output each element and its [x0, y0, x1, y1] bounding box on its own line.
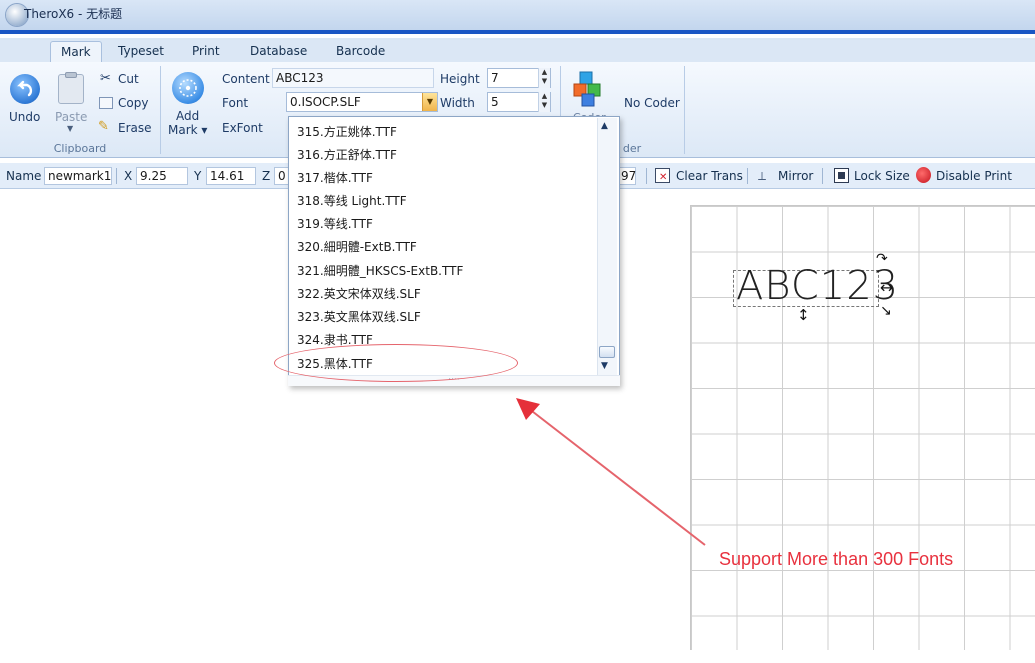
- paste-button[interactable]: Paste: [55, 110, 87, 124]
- chevron-down-icon[interactable]: ▼: [422, 93, 437, 111]
- content-label: Content: [222, 72, 270, 86]
- list-item[interactable]: 317.楷体.TTF: [297, 169, 373, 186]
- exfont-label[interactable]: ExFont: [222, 121, 263, 135]
- height-label: Height: [440, 72, 480, 86]
- list-item[interactable]: 315.方正姚体.TTF: [297, 123, 397, 140]
- clipboard-group-label: Clipboard: [53, 142, 107, 155]
- y-label: Y: [194, 169, 202, 183]
- annotation-ellipse: [274, 344, 518, 382]
- partial-input[interactable]: 97: [618, 167, 636, 185]
- tab-typeset[interactable]: Typeset: [108, 41, 174, 62]
- list-item[interactable]: 323.英文黑体双线.SLF: [297, 308, 421, 325]
- title-bar: [0, 0, 1035, 34]
- content-input[interactable]: ABC123: [272, 68, 434, 88]
- erase-icon: ✎: [98, 119, 109, 134]
- list-item[interactable]: 319.等线.TTF: [297, 215, 373, 232]
- resize-horizontal-icon[interactable]: ↔: [880, 278, 893, 297]
- no-coder-label: No Coder: [624, 96, 680, 110]
- mirror-button[interactable]: Mirror: [778, 169, 813, 183]
- mark-text[interactable]: ABC123: [736, 266, 899, 306]
- window-title: TheroX6 - 无标题: [24, 7, 123, 21]
- resize-diagonal-icon[interactable]: ↘: [880, 303, 892, 319]
- height-stepper[interactable]: ▲ ▼: [538, 68, 550, 88]
- rotate-handle-icon[interactable]: ↷: [876, 251, 888, 267]
- coder-icon[interactable]: [572, 70, 606, 108]
- cut-icon: ✂: [100, 71, 111, 86]
- scroll-up-icon[interactable]: ▲: [601, 121, 608, 131]
- width-stepper[interactable]: ▲ ▼: [538, 92, 550, 112]
- clear-trans-button[interactable]: Clear Trans: [676, 169, 743, 183]
- tab-database[interactable]: Database: [240, 41, 317, 62]
- undo-button[interactable]: Undo: [9, 110, 40, 124]
- list-item[interactable]: 320.細明體-ExtB.TTF: [297, 238, 417, 255]
- lock-size-button[interactable]: Lock Size: [854, 169, 910, 183]
- list-item[interactable]: 322.英文宋体双线.SLF: [297, 285, 421, 302]
- ribbon-separator: [160, 66, 161, 154]
- scroll-down-icon[interactable]: ▼: [601, 361, 608, 371]
- propbar-separator: [646, 168, 647, 184]
- annotation-text: Support More than 300 Fonts: [719, 549, 954, 569]
- x-input[interactable]: 9.25: [136, 167, 188, 185]
- add-mark-label[interactable]: Add: [176, 109, 199, 123]
- resize-vertical-icon[interactable]: ↕: [797, 306, 810, 324]
- paste-icon[interactable]: [58, 72, 84, 104]
- scroll-thumb[interactable]: [599, 346, 615, 358]
- mirror-icon: ⟂: [758, 169, 767, 183]
- propbar-separator: [822, 168, 823, 184]
- propbar-separator: [116, 168, 117, 184]
- tab-barcode[interactable]: Barcode: [326, 41, 395, 62]
- coder-group-label: der: [622, 142, 642, 155]
- disable-print-button[interactable]: Disable Print: [936, 169, 1012, 183]
- paste-dropdown-arrow[interactable]: ▼: [67, 124, 73, 133]
- disable-print-icon: [916, 167, 931, 183]
- undo-icon[interactable]: [10, 74, 40, 104]
- ribbon-separator: [684, 66, 685, 154]
- cut-button[interactable]: Cut: [118, 72, 139, 86]
- width-label: Width: [440, 96, 475, 110]
- font-label: Font: [222, 96, 249, 110]
- tab-print[interactable]: Print: [182, 41, 230, 62]
- copy-button[interactable]: Copy: [118, 96, 148, 110]
- name-label: Name: [6, 169, 42, 183]
- font-select[interactable]: 0.ISOCP.SLF: [286, 92, 438, 112]
- dropdown-scrollbar[interactable]: [597, 118, 617, 378]
- list-item[interactable]: 316.方正舒体.TTF: [297, 146, 397, 163]
- lock-size-icon: [834, 168, 849, 183]
- clear-trans-icon: ✕: [655, 168, 670, 183]
- add-mark-icon[interactable]: [172, 72, 204, 104]
- add-mark-button[interactable]: Mark ▾: [168, 123, 207, 137]
- x-label: X: [124, 169, 133, 183]
- copy-icon: [99, 97, 113, 109]
- tab-mark[interactable]: Mark: [50, 41, 102, 62]
- z-label: Z: [262, 169, 271, 183]
- propbar-separator: [747, 168, 748, 184]
- erase-button[interactable]: Erase: [118, 121, 152, 135]
- annotation-arrow: [516, 398, 706, 546]
- list-item[interactable]: 321.細明體_HKSCS-ExtB.TTF: [297, 262, 463, 279]
- name-input[interactable]: newmark1: [44, 167, 112, 185]
- list-item[interactable]: 318.等线 Light.TTF: [297, 192, 407, 209]
- y-input[interactable]: 14.61: [206, 167, 256, 185]
